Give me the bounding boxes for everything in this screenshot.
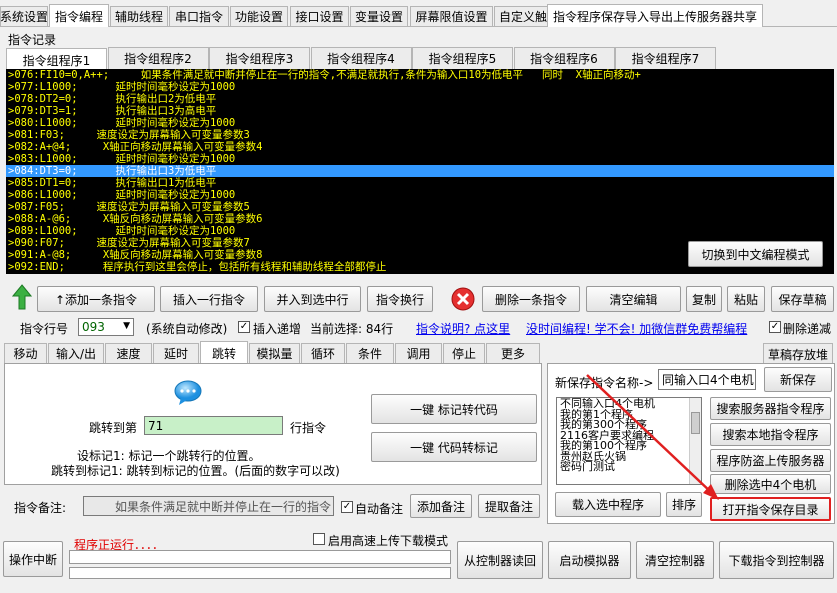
clear-controller-button[interactable]: 清空控制器 [636,541,714,579]
progress-bar-lower [69,567,451,579]
read-from-controller-button[interactable]: 从控制器读回 [457,541,543,579]
high-speed-label: 启用高速上传下载模式 [328,534,449,548]
download-to-controller-button[interactable]: 下载指令到控制器 [719,541,834,579]
interrupt-button[interactable]: 操作中断 [3,541,63,577]
start-simulator-button[interactable]: 启动模拟器 [548,541,631,579]
high-speed-checkbox[interactable] [313,533,325,545]
progress-bar-upper [69,550,451,564]
red-arrow-annotation [586,374,719,500]
